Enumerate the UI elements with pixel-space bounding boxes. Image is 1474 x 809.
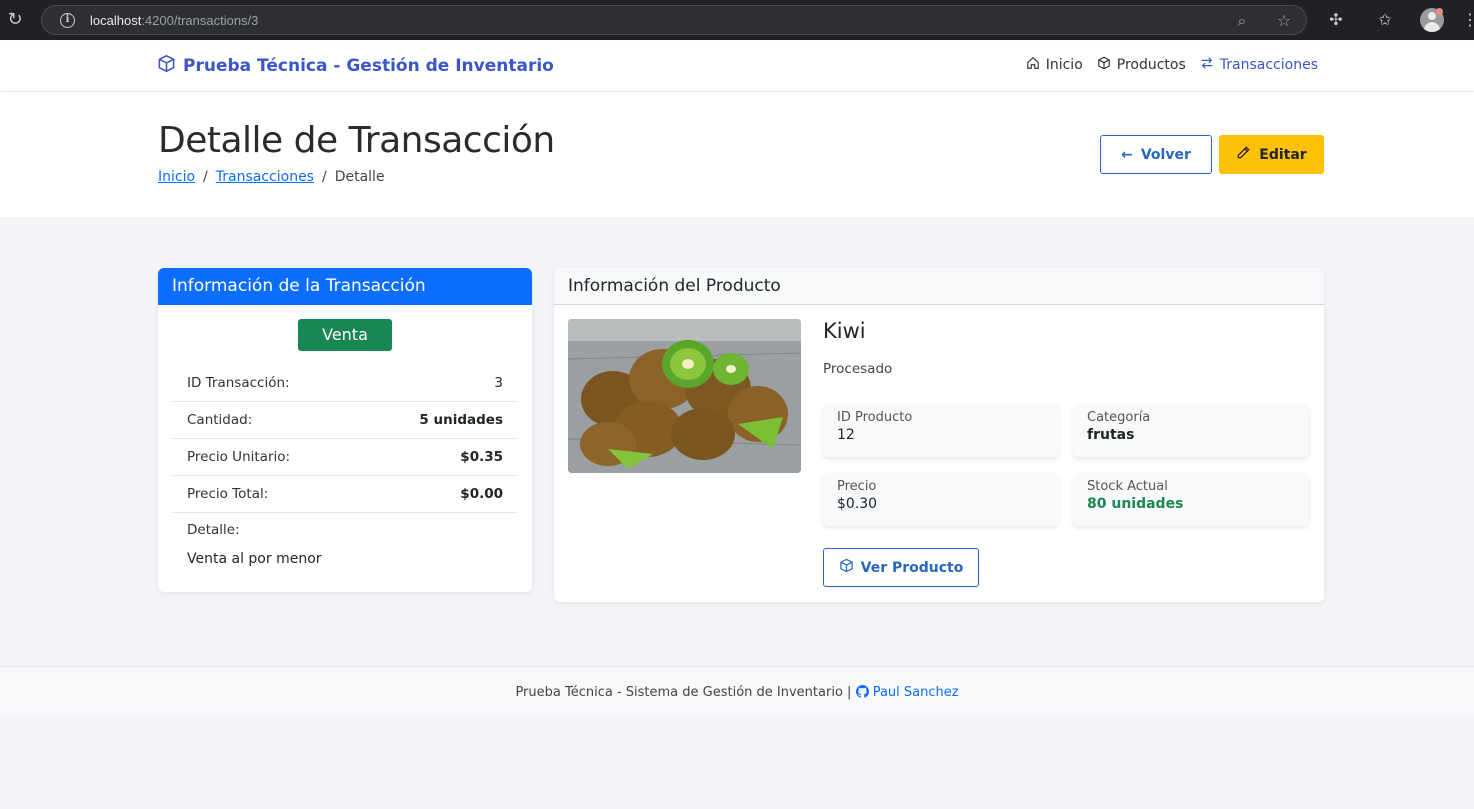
transaction-type-badge: Venta xyxy=(298,319,392,351)
product-image xyxy=(568,319,801,473)
row-label: ID Transacción: xyxy=(187,375,290,391)
site-info-icon[interactable]: i xyxy=(60,13,75,28)
browser-toolbar: ↻ i localhost:4200/transactions/3 ⌕ ☆ ✣ … xyxy=(0,0,1474,40)
transaction-card: Información de la Transacción Venta ID T… xyxy=(158,268,532,592)
stat-category: Categoría frutas xyxy=(1073,404,1309,457)
zoom-icon[interactable]: ⌕ xyxy=(1232,11,1252,31)
nav-transacciones-label: Transacciones xyxy=(1219,57,1318,73)
breadcrumb-separator: / xyxy=(321,169,327,185)
back-button[interactable]: ← Volver xyxy=(1100,135,1212,174)
stat-product-id: ID Producto 12 xyxy=(823,404,1059,457)
nav-inicio[interactable]: Inicio xyxy=(1026,56,1083,74)
transaction-card-title: Información de la Transacción xyxy=(158,268,532,305)
row-transaction-id: ID Transacción: 3 xyxy=(173,365,517,402)
pencil-icon xyxy=(1236,145,1251,164)
row-value: $0.00 xyxy=(460,486,503,502)
stat-value: 12 xyxy=(837,427,855,443)
row-label: Precio Unitario: xyxy=(187,449,291,465)
stat-label: Categoría xyxy=(1087,410,1151,425)
stat-label: ID Producto xyxy=(837,410,913,425)
star-icon[interactable]: ☆ xyxy=(1274,11,1294,31)
footer-author-link[interactable]: Paul Sanchez xyxy=(873,685,959,700)
box-icon xyxy=(157,54,176,78)
address-bar[interactable]: i localhost:4200/transactions/3 ⌕ ☆ xyxy=(41,5,1307,35)
stat-value: 80 unidades xyxy=(1087,496,1184,512)
arrows-icon xyxy=(1200,56,1214,74)
brand-title: Prueba Técnica - Gestión de Inventario xyxy=(183,56,554,76)
row-label: Precio Total: xyxy=(187,486,269,502)
product-card: Información del Producto Kiwi Procesado … xyxy=(554,268,1324,602)
row-unit-price: Precio Unitario: $0.35 xyxy=(173,439,517,476)
stat-value: $0.30 xyxy=(837,496,878,512)
home-icon xyxy=(1026,56,1040,74)
row-value: 3 xyxy=(494,375,503,391)
nav-transacciones[interactable]: Transacciones xyxy=(1200,56,1318,74)
page-header: Detalle de Transacción Inicio / Transacc… xyxy=(0,92,1474,217)
breadcrumb-current: Detalle xyxy=(334,169,385,185)
url-text[interactable]: localhost:4200/transactions/3 xyxy=(90,13,258,28)
back-button-label: Volver xyxy=(1140,146,1191,163)
breadcrumb-inicio[interactable]: Inicio xyxy=(158,169,195,185)
product-name: Kiwi xyxy=(823,319,866,343)
nav-productos[interactable]: Productos xyxy=(1097,56,1186,74)
breadcrumb-separator: / xyxy=(203,169,208,185)
notification-dot xyxy=(1436,8,1443,15)
nav-links: Inicio Productos Transacciones xyxy=(1026,56,1318,74)
brand-link[interactable]: Prueba Técnica - Gestión de Inventario xyxy=(157,54,554,78)
stat-label: Precio xyxy=(837,479,877,494)
edit-button[interactable]: Editar xyxy=(1219,135,1324,174)
app-navbar: Prueba Técnica - Gestión de Inventario I… xyxy=(0,40,1474,91)
product-description: Procesado xyxy=(823,361,893,377)
footer-text: Prueba Técnica - Sistema de Gestión de I… xyxy=(515,685,852,700)
footer: Prueba Técnica - Sistema de Gestión de I… xyxy=(0,666,1474,718)
view-product-button[interactable]: Ver Producto xyxy=(823,548,979,587)
github-icon xyxy=(855,685,869,700)
extensions-icon[interactable]: ✣ xyxy=(1325,9,1347,31)
reload-icon[interactable]: ↻ xyxy=(4,9,26,31)
row-value: 5 unidades xyxy=(419,412,503,428)
stat-value: frutas xyxy=(1087,427,1135,443)
stat-label: Stock Actual xyxy=(1087,479,1168,494)
detail-text: Venta al por menor xyxy=(187,551,322,567)
more-icon[interactable]: ⋮ xyxy=(1462,9,1474,31)
nav-inicio-label: Inicio xyxy=(1045,57,1083,73)
row-value: $0.35 xyxy=(460,449,503,465)
detail-label: Detalle: xyxy=(187,522,240,538)
box-icon xyxy=(1097,56,1111,74)
row-total-price: Precio Total: $0.00 xyxy=(173,476,517,513)
row-quantity: Cantidad: 5 unidades xyxy=(173,402,517,439)
arrow-left-icon: ← xyxy=(1121,146,1133,163)
breadcrumb-transacciones[interactable]: Transacciones xyxy=(216,169,314,185)
view-product-label: Ver Producto xyxy=(860,559,964,576)
edit-button-label: Editar xyxy=(1259,146,1307,163)
page-title: Detalle de Transacción xyxy=(158,120,555,161)
stat-price: Precio $0.30 xyxy=(823,473,1059,526)
box-icon xyxy=(839,558,854,577)
nav-productos-label: Productos xyxy=(1116,57,1186,73)
breadcrumb: Inicio / Transacciones / Detalle xyxy=(158,169,385,185)
product-card-title: Información del Producto xyxy=(554,268,1324,305)
row-label: Cantidad: xyxy=(187,412,253,428)
favorites-icon[interactable]: ✩ xyxy=(1374,9,1396,31)
stat-stock: Stock Actual 80 unidades xyxy=(1073,473,1309,526)
